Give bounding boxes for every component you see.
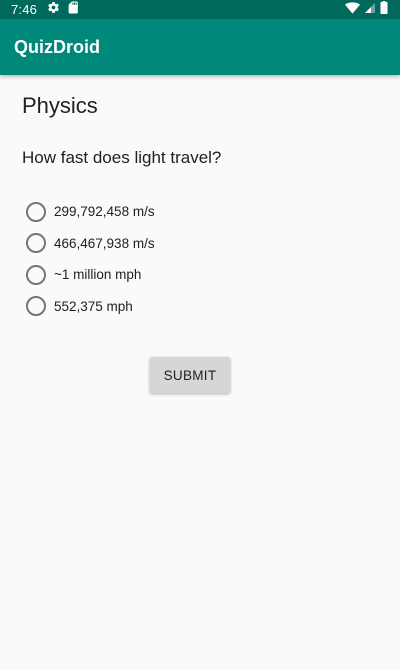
status-bar: 7:46 <box>0 0 400 19</box>
signal-icon <box>364 1 376 19</box>
answer-option-1[interactable]: 299,792,458 m/s <box>26 196 155 228</box>
submit-button[interactable]: SUBMIT <box>150 357 230 393</box>
question-text: How fast does light travel? <box>22 148 222 167</box>
sd-card-icon <box>68 1 79 19</box>
answer-option-3[interactable]: ~1 million mph <box>26 259 155 291</box>
answer-option-2[interactable]: 466,467,938 m/s <box>26 228 155 260</box>
radio-button[interactable] <box>26 201 46 222</box>
answer-label: ~1 million mph <box>54 267 142 283</box>
radio-button[interactable] <box>26 233 46 254</box>
gear-icon <box>47 1 60 19</box>
radio-button[interactable] <box>26 264 46 285</box>
battery-icon <box>380 0 388 19</box>
answer-radio-group: 299,792,458 m/s 466,467,938 m/s ~1 milli… <box>26 196 155 322</box>
answer-label: 466,467,938 m/s <box>54 235 155 251</box>
app-bar: QuizDroid <box>0 19 400 75</box>
radio-button[interactable] <box>26 296 46 317</box>
wifi-icon <box>345 1 360 19</box>
answer-option-4[interactable]: 552,375 mph <box>26 291 155 323</box>
answer-label: 299,792,458 m/s <box>54 204 155 220</box>
app-title: QuizDroid <box>14 36 100 57</box>
answer-label: 552,375 mph <box>54 298 133 314</box>
status-time: 7:46 <box>11 2 38 17</box>
category-title: Physics <box>22 93 98 118</box>
